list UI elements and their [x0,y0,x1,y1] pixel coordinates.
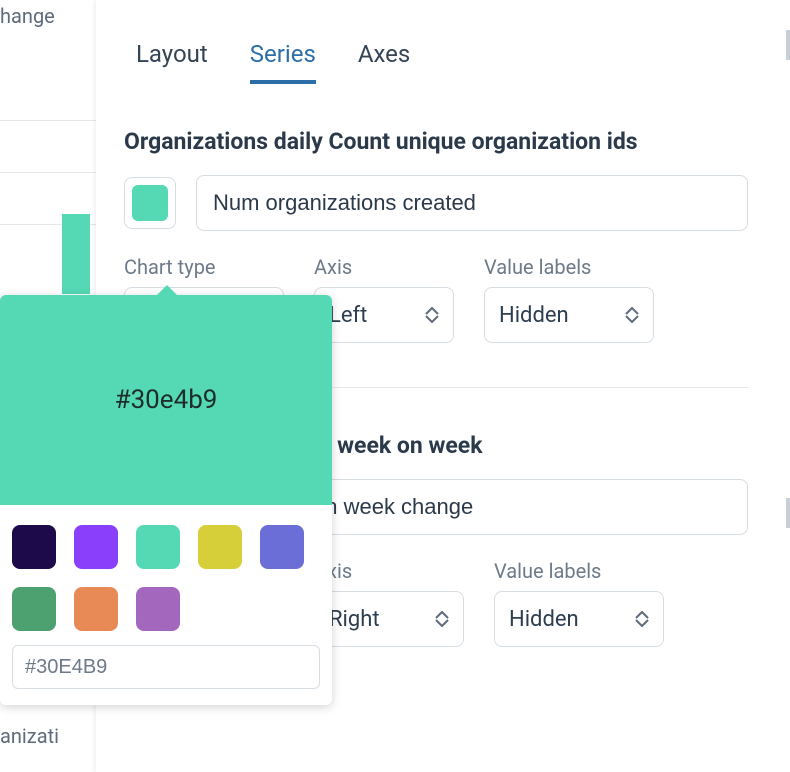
axis-select[interactable]: Left [314,287,454,343]
value-labels-label: Value labels [494,559,664,583]
value-labels-select[interactable]: Hidden [494,591,664,647]
series-name-input[interactable] [196,175,748,231]
tab-series[interactable]: Series [250,40,316,84]
select-caret-icon [635,611,649,627]
select-caret-icon [625,307,639,323]
axis-value: Right [329,607,380,632]
select-caret-icon [435,611,449,627]
tabs: Layout Series Axes [124,0,748,84]
color-preview-hex: #30e4b9 [115,385,218,415]
color-option-1[interactable] [74,525,118,569]
bg-cropped-text-bottom: anizati [0,724,59,748]
value-labels-value: Hidden [499,303,569,328]
color-swatch-grid [0,505,332,637]
color-option-5[interactable] [12,587,56,631]
color-option-7[interactable] [136,587,180,631]
select-caret-icon [425,307,439,323]
tab-axes[interactable]: Axes [358,40,410,84]
value-labels-select[interactable]: Hidden [484,287,654,343]
color-preview: #30e4b9 [0,295,332,505]
value-labels-value: Hidden [509,607,579,632]
tab-layout[interactable]: Layout [136,40,208,84]
series-color-button[interactable] [124,177,176,229]
value-labels-label: Value labels [484,255,654,279]
color-option-3[interactable] [198,525,242,569]
color-option-6[interactable] [74,587,118,631]
axis-label: Axis [314,255,454,279]
color-picker-popover: #30e4b9 [0,295,332,705]
series-title: Organizations daily Count unique organiz… [124,126,748,157]
axis-select[interactable]: Right [314,591,464,647]
color-option-0[interactable] [12,525,56,569]
right-rail [782,0,790,772]
axis-label: Axis [314,559,464,583]
color-swatch [132,185,168,221]
color-hex-input[interactable] [12,645,320,689]
color-option-4[interactable] [260,525,304,569]
color-option-2[interactable] [136,525,180,569]
bg-cropped-text-top: hange [0,0,55,32]
bg-chart-bar [62,214,90,294]
chart-type-label: Chart type [124,255,284,279]
axis-value: Left [329,303,367,328]
